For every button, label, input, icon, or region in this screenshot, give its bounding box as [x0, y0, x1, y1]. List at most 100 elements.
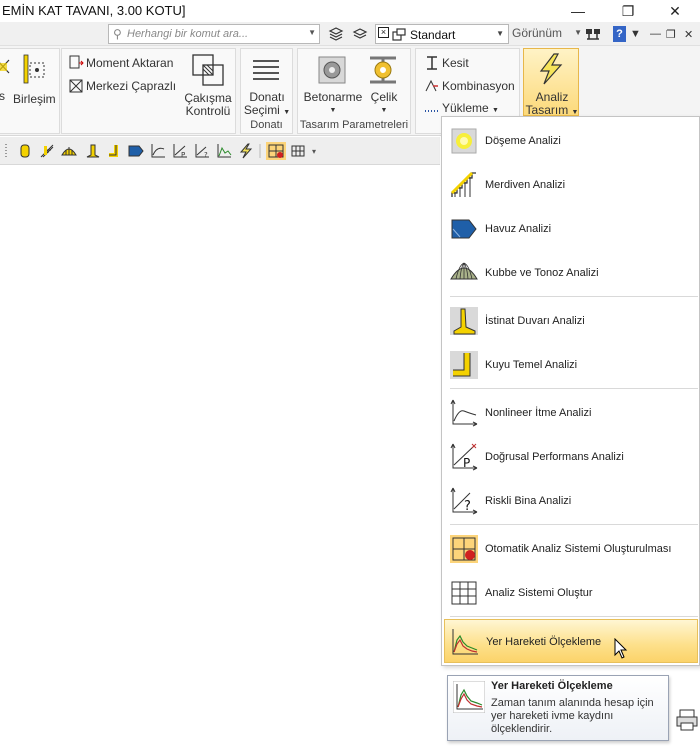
- maximize-button[interactable]: ❐: [605, 0, 651, 22]
- toolbar-overflow-icon[interactable]: ▾: [312, 147, 328, 163]
- style-select[interactable]: × Standart ▼: [375, 24, 509, 44]
- grid-tool-icon[interactable]: [290, 143, 306, 159]
- celik-label: Çelik: [370, 90, 398, 104]
- spectrum-tool-icon[interactable]: [216, 143, 232, 159]
- kombinasyon-button[interactable]: Kombinasyon: [442, 79, 515, 93]
- linear-performance-icon: P: [450, 443, 478, 471]
- menu-item-nonlineer-itme-analizi[interactable]: Nonlineer İtme Analizi: [444, 391, 698, 435]
- combination-icon[interactable]: [424, 78, 440, 94]
- close-icon: ✕: [669, 2, 681, 19]
- lightning-tool-icon[interactable]: [238, 143, 254, 159]
- menu-item-analiz-sistemi-olustur[interactable]: Analiz Sistemi Oluştur: [444, 571, 698, 615]
- rebar-selection-icon[interactable]: [251, 55, 281, 85]
- ground-motion-scaling-icon: [453, 681, 485, 713]
- menu-item-label: Havuz Analizi: [485, 223, 552, 235]
- wall-tool-icon[interactable]: [85, 143, 101, 159]
- chevron-down-icon: ▼: [496, 29, 504, 38]
- toolbar-grip-icon[interactable]: [4, 143, 8, 159]
- analiz-tasarim-label: Analiz Tasarım ▼: [524, 91, 580, 119]
- ribbon-group-steel-connections: Moment Aktaran Merkezi Çaprazlı Çakışma …: [61, 48, 236, 134]
- moment-connection-icon[interactable]: [68, 55, 84, 71]
- auto-system-tool-icon[interactable]: [266, 142, 286, 160]
- foundation-tool-icon[interactable]: [106, 143, 122, 159]
- menu-item-label: Analiz Sistemi Oluştur: [485, 587, 593, 599]
- pool-tool-icon[interactable]: [128, 143, 144, 159]
- lightning-icon: [539, 53, 563, 85]
- ribbon-close-icon[interactable]: ✕: [684, 28, 693, 41]
- chevron-down-icon: ▼: [329, 107, 337, 114]
- well-foundation-icon: [450, 351, 478, 379]
- help-dropdown-icon[interactable]: ▼: [630, 28, 641, 40]
- menu-item-kubbe-tonoz-analizi[interactable]: Kubbe ve Tonoz Analizi: [444, 251, 698, 295]
- checkbox-icon: ×: [378, 27, 389, 38]
- chevron-down-icon: ▼: [283, 109, 291, 116]
- chevron-down-icon: ▼: [574, 28, 582, 37]
- tooltip-description: Zaman tanım alanında hesap için yer hare…: [491, 697, 654, 735]
- loading-icon[interactable]: [424, 102, 440, 114]
- help-button[interactable]: ?: [613, 26, 626, 42]
- dome-tool-icon[interactable]: [61, 143, 77, 159]
- connection-icon[interactable]: [0, 55, 11, 85]
- menu-item-havuz-analizi[interactable]: Havuz Analizi: [444, 207, 698, 251]
- analiz-label-2: Tasarım: [525, 103, 569, 117]
- celik-button[interactable]: Çelik ▼: [364, 91, 404, 117]
- menu-item-riskli-bina-analizi[interactable]: ? Riskli Bina Analizi: [444, 479, 698, 523]
- menu-item-merdiven-analizi[interactable]: Merdiven Analizi: [444, 163, 698, 207]
- layers-icon[interactable]: [328, 26, 344, 42]
- moment-aktaran-button[interactable]: Moment Aktaran: [86, 56, 173, 70]
- risky-building-icon: ?: [450, 487, 478, 515]
- stair-tool-icon[interactable]: [39, 143, 55, 159]
- kesit-button[interactable]: Kesit: [442, 56, 469, 70]
- svg-text:P: P: [463, 456, 470, 470]
- chevron-down-icon[interactable]: ▼: [308, 28, 316, 37]
- menu-item-kuyu-temel-analizi[interactable]: Kuyu Temel Analizi: [444, 343, 698, 387]
- cakisma-kontrolu-button[interactable]: Çakışma Kontrolü: [182, 92, 234, 118]
- section-icon[interactable]: [424, 55, 440, 71]
- performance-tool-icon[interactable]: P: [172, 143, 188, 159]
- print-icon[interactable]: [676, 708, 698, 732]
- minimize-button[interactable]: —: [555, 0, 601, 22]
- yukleme-button[interactable]: Yükleme ▼: [442, 101, 499, 115]
- merkezi-caprazli-button[interactable]: Merkezi Çaprazlı: [86, 79, 176, 93]
- donati-secimi-button[interactable]: Donatı Seçimi ▼: [241, 91, 293, 119]
- menu-item-istinat-duvari-analizi[interactable]: İstinat Duvarı Analizi: [444, 299, 698, 343]
- menu-item-dogrusal-performans-analizi[interactable]: P Doğrusal Performans Analizi: [444, 435, 698, 479]
- menu-item-doseme-analizi[interactable]: Döşeme Analizi: [444, 119, 698, 163]
- menu-separator: [450, 296, 698, 297]
- menu-separator: [450, 616, 698, 617]
- menu-item-label: Kubbe ve Tonoz Analizi: [485, 267, 599, 279]
- steel-gear-icon[interactable]: [368, 55, 398, 85]
- menu-item-yer-hareketi-olcekleme[interactable]: Yer Hareketi Ölçekleme: [444, 619, 698, 663]
- search-icon: ⚲: [113, 27, 122, 41]
- drawing-canvas[interactable]: [0, 166, 441, 750]
- analiz-tasarim-button[interactable]: Analiz Tasarım ▼: [523, 48, 580, 119]
- search-placeholder: Herhangi bir komut ara...: [127, 28, 249, 40]
- slab-tool-icon[interactable]: [17, 143, 33, 159]
- title-bar: EMİN KAT TAVANI, 3.00 KOTU] — ❐ ✕: [0, 0, 700, 22]
- command-search[interactable]: ⚲ Herhangi bir komut ara... ▼: [108, 24, 320, 44]
- concrete-gear-icon[interactable]: [317, 55, 347, 85]
- close-button[interactable]: ✕: [652, 0, 698, 22]
- joint-icon[interactable]: [21, 53, 47, 85]
- network-icon[interactable]: [585, 26, 601, 42]
- birlesim-label[interactable]: Birleşim: [13, 92, 56, 106]
- clash-check-icon[interactable]: [191, 53, 225, 87]
- cross-brace-icon[interactable]: [68, 78, 84, 94]
- analysis-toolbar: P ? ▾: [0, 137, 440, 165]
- menu-item-label: Nonlineer İtme Analizi: [485, 407, 592, 419]
- menu-item-otomatik-analiz-sistemi[interactable]: Otomatik Analiz Sistemi Oluşturulması: [444, 527, 698, 571]
- donati-secimi-label-2-text: Seçimi: [243, 103, 280, 117]
- restore-icon: ❐: [621, 2, 635, 19]
- dome-analysis-icon: [450, 262, 478, 280]
- ribbon-minimize-icon[interactable]: —: [650, 28, 661, 40]
- stair-analysis-icon: [450, 171, 476, 197]
- betonarme-button[interactable]: Betonarme ▼: [300, 91, 366, 117]
- tooltip-title: Yer Hareketi Ölçekleme: [491, 680, 613, 692]
- cakisma-label-2: Kontrolü: [185, 104, 231, 118]
- view-select[interactable]: Görünüm ▼: [512, 26, 584, 42]
- layers-stack-icon[interactable]: [352, 26, 368, 42]
- analiz-tasarim-menu: Döşeme Analizi Merdiven Analizi Havuz An…: [441, 116, 700, 666]
- risky-building-tool-icon[interactable]: ?: [194, 143, 210, 159]
- pushover-tool-icon[interactable]: [150, 143, 166, 159]
- ribbon-restore-icon[interactable]: ❐: [666, 28, 676, 41]
